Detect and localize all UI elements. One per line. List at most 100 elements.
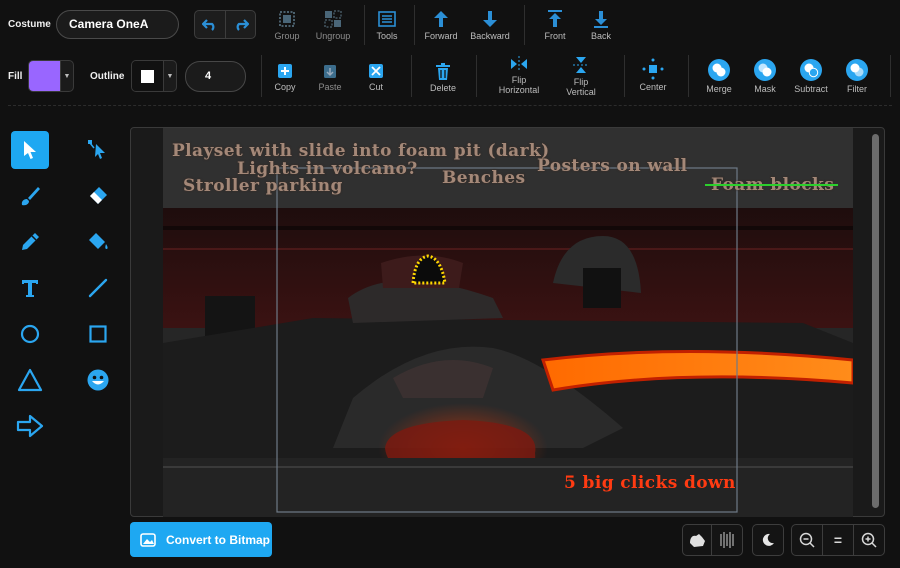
cut-label: Cut xyxy=(368,82,383,92)
costume-label: Costume xyxy=(8,19,51,30)
note-foam-blocks[interactable]: Foam blocks xyxy=(704,175,839,195)
rectangle-tool[interactable] xyxy=(79,315,117,353)
tools-icon xyxy=(378,11,396,27)
emoji-tool[interactable] xyxy=(79,361,117,399)
pen-tool[interactable] xyxy=(11,223,49,261)
backward-button[interactable]: Backward xyxy=(460,9,520,41)
delete-label: Delete xyxy=(429,83,456,93)
redo-icon xyxy=(236,18,249,31)
filter-button[interactable]: Filter xyxy=(827,58,887,94)
fill-label: Fill xyxy=(8,71,23,82)
flip-horizontal-icon xyxy=(511,56,527,72)
outline-swatch-inner xyxy=(141,69,154,83)
outline-swatch[interactable] xyxy=(132,61,163,91)
outline-color-picker[interactable]: ▼ xyxy=(131,60,177,92)
bring-to-front-icon xyxy=(548,10,562,27)
delete-button[interactable]: Delete xyxy=(413,62,473,93)
ungroup-button[interactable]: Ungroup xyxy=(303,9,363,41)
trash-icon xyxy=(436,63,450,80)
back-label: Back xyxy=(590,31,611,41)
flip-vertical-icon xyxy=(573,57,589,73)
paste-icon xyxy=(324,65,336,78)
back-button[interactable]: Back xyxy=(571,9,631,41)
tools-button[interactable]: Tools xyxy=(357,9,417,41)
zoom-out-icon xyxy=(799,532,815,548)
circle-icon xyxy=(20,324,40,344)
brush-icon xyxy=(21,187,40,206)
flip-vertical-button[interactable]: Flip Vertical xyxy=(551,55,611,97)
line-tool[interactable] xyxy=(79,269,117,307)
toolbar-separator xyxy=(8,105,892,106)
undo-icon xyxy=(202,18,215,31)
group-icon xyxy=(279,11,295,27)
copy-label: Copy xyxy=(274,82,296,92)
flip-horizontal-label-2: Horizontal xyxy=(498,85,540,95)
send-to-back-icon xyxy=(594,11,608,28)
brush-tool[interactable] xyxy=(11,177,49,215)
zoom-reset-button[interactable]: = xyxy=(822,524,854,556)
paint-bucket-icon xyxy=(89,233,108,249)
forward-label: Forward xyxy=(424,31,458,41)
caret-down-icon[interactable]: ▼ xyxy=(60,61,73,91)
subtract-label: Subtract xyxy=(794,84,828,94)
fill-color-picker[interactable]: ▼ xyxy=(28,60,74,92)
arrow-down-icon xyxy=(483,11,497,27)
dark-mode-toggle[interactable] xyxy=(752,524,784,556)
tools-label: Tools xyxy=(376,31,398,41)
text-icon xyxy=(22,280,38,297)
undo-button[interactable] xyxy=(194,10,226,39)
filter-icon xyxy=(846,59,868,81)
cursor-arrow-icon xyxy=(24,141,36,159)
note-playset[interactable]: Playset with slide into foam pit (dark) xyxy=(172,141,550,161)
toolbar-divider xyxy=(411,55,412,97)
triangle-tool[interactable] xyxy=(11,361,49,399)
reshape-tool[interactable] xyxy=(79,131,117,169)
front-label: Front xyxy=(544,31,566,41)
outline-width-input[interactable]: 4 xyxy=(185,61,246,92)
note-stroller-parking[interactable]: Stroller parking xyxy=(183,176,343,196)
copy-icon xyxy=(278,64,292,78)
zoom-in-button[interactable] xyxy=(853,524,885,556)
note-posters[interactable]: Posters on wall xyxy=(537,156,688,176)
group-label: Group xyxy=(274,31,300,41)
smiley-icon xyxy=(87,369,109,391)
merge-icon xyxy=(708,59,730,81)
fill-swatch[interactable] xyxy=(29,61,60,91)
fill-tool[interactable] xyxy=(79,223,117,261)
center-icon xyxy=(642,58,664,80)
caret-down-icon[interactable]: ▼ xyxy=(163,61,176,91)
vertical-scrollbar[interactable] xyxy=(872,134,879,508)
reshape-icon xyxy=(88,140,105,159)
note-benches[interactable]: Benches xyxy=(442,168,525,188)
mask-label: Mask xyxy=(754,84,776,94)
select-tool[interactable] xyxy=(11,131,49,169)
zoom-in-icon xyxy=(861,532,877,548)
circle-tool[interactable] xyxy=(11,315,49,353)
costume-name-input[interactable]: Camera OneA xyxy=(56,10,179,39)
note-big-clicks[interactable]: 5 big clicks down xyxy=(564,473,736,493)
brush-smoothing-button[interactable] xyxy=(682,524,712,556)
backward-label: Backward xyxy=(470,31,510,41)
arrow-right-icon xyxy=(16,414,44,438)
cut-button[interactable]: Cut xyxy=(346,62,406,92)
ungroup-label: Ungroup xyxy=(315,31,351,41)
convert-to-bitmap-button[interactable]: Convert to Bitmap xyxy=(130,522,272,557)
paint-editor: Costume Camera OneA Group Ungroup Tools … xyxy=(0,0,900,568)
eraser-icon xyxy=(90,187,107,204)
lines-icon xyxy=(720,532,734,548)
zoom-out-button[interactable] xyxy=(791,524,823,556)
arrow-tool[interactable] xyxy=(11,407,49,445)
redo-button[interactable] xyxy=(225,10,256,39)
eraser-tool[interactable] xyxy=(79,177,117,215)
convert-label: Convert to Bitmap xyxy=(166,532,271,547)
flip-horizontal-button[interactable]: Flip Horizontal xyxy=(489,55,549,95)
center-button[interactable]: Center xyxy=(623,58,683,92)
bitmap-smoothing-button[interactable] xyxy=(711,524,743,556)
hand-texture-icon xyxy=(690,534,705,547)
merge-label: Merge xyxy=(706,84,732,94)
rectangle-icon xyxy=(89,325,107,343)
scissors-icon xyxy=(369,64,383,78)
text-tool[interactable] xyxy=(11,269,49,307)
line-icon xyxy=(88,278,108,298)
flip-vertical-label-2: Vertical xyxy=(566,87,596,97)
